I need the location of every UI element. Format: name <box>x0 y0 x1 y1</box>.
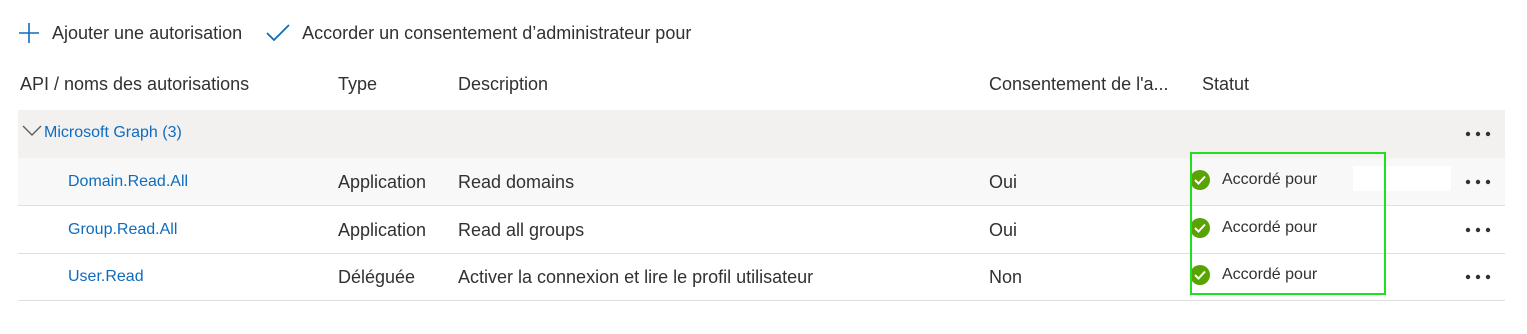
more-icon[interactable] <box>1464 178 1492 186</box>
status-text: Accordé pour <box>1222 219 1318 236</box>
permission-type: Application <box>338 172 427 192</box>
table-row[interactable]: Group.Read.All Application Read all grou… <box>18 206 1505 254</box>
permission-type: Application <box>338 220 427 240</box>
command-bar: Ajouter une autorisation Accorder un con… <box>18 18 715 48</box>
status-cell: Accordé pour <box>1190 265 1317 285</box>
group-label[interactable]: Microsoft Graph (3) <box>44 124 182 142</box>
table-row[interactable]: Domain.Read.All Application Read domains… <box>18 158 1505 206</box>
success-check-icon <box>1190 265 1210 285</box>
admin-consent-value: Oui <box>989 172 1018 192</box>
permission-name-link[interactable]: User.Read <box>68 268 144 286</box>
redacted-area <box>1353 166 1451 191</box>
success-check-icon <box>1190 170 1210 190</box>
status-text: Accordé pour <box>1222 171 1318 188</box>
table-header: API / noms des autorisations Type Descri… <box>0 70 1527 100</box>
more-icon[interactable] <box>1464 130 1492 138</box>
permission-name-link[interactable]: Group.Read.All <box>68 221 177 239</box>
table-row[interactable]: User.Read Déléguée Activer la connexion … <box>18 253 1505 301</box>
add-permission-button[interactable]: Ajouter une autorisation <box>18 22 242 44</box>
permission-description: Read all groups <box>458 220 585 240</box>
column-header-description[interactable]: Description <box>458 74 548 95</box>
column-header-api[interactable]: API / noms des autorisations <box>20 74 249 95</box>
plus-icon <box>19 23 39 43</box>
admin-consent-value: Non <box>989 267 1023 287</box>
column-header-type[interactable]: Type <box>338 74 377 95</box>
status-text: Accordé pour <box>1222 266 1318 283</box>
group-row-microsoft-graph: Microsoft Graph (3) <box>18 110 1505 158</box>
chevron-down-icon[interactable] <box>22 124 42 138</box>
more-icon[interactable] <box>1464 226 1492 234</box>
status-cell: Accordé pour <box>1190 170 1317 190</box>
success-check-icon <box>1190 218 1210 238</box>
admin-consent-value: Oui <box>989 220 1018 240</box>
permission-description: Activer la connexion et lire le profil u… <box>458 267 814 287</box>
column-header-admin-consent[interactable]: Consentement de l'a... <box>989 74 1169 95</box>
add-permission-label: Ajouter une autorisation <box>52 22 243 43</box>
more-icon[interactable] <box>1464 273 1492 281</box>
column-header-status[interactable]: Statut <box>1202 74 1249 95</box>
grant-admin-consent-button[interactable]: Accorder un consentement d’administrateu… <box>266 23 691 44</box>
grant-admin-consent-label: Accorder un consentement d’administrateu… <box>302 22 692 43</box>
permission-description: Read domains <box>458 172 575 192</box>
permission-name-link[interactable]: Domain.Read.All <box>68 173 188 191</box>
checkmark-icon <box>266 24 290 42</box>
permission-type: Déléguée <box>338 267 416 287</box>
status-cell: Accordé pour <box>1190 218 1317 238</box>
